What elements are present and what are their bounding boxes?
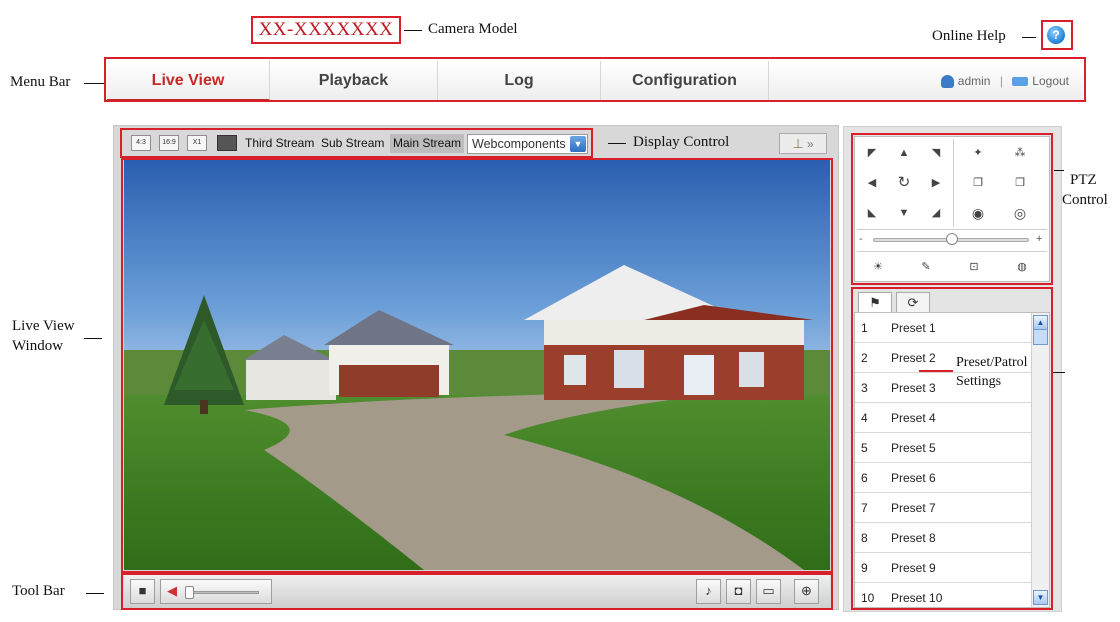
help-icon[interactable]: ? <box>1047 26 1065 44</box>
callout-menu-bar: Menu Bar <box>10 74 71 90</box>
callout-online-help: Online Help <box>932 28 1006 44</box>
callout-preset-patrol-2: Settings <box>956 374 1002 389</box>
display-control-highlight <box>120 128 593 158</box>
callout-line <box>404 30 422 31</box>
callout-line <box>84 338 102 339</box>
callout-tool-bar: Tool Bar <box>12 583 65 599</box>
callout-line <box>86 593 104 594</box>
callout-camera-model: Camera Model <box>428 21 518 37</box>
callout-line <box>608 143 626 144</box>
callout-line <box>1054 170 1064 171</box>
callout-live-view-window-2: Window <box>12 338 64 354</box>
callout-ptz-2: Control <box>1062 192 1108 208</box>
camera-model-box: XX-XXXXXXX <box>251 16 401 44</box>
camera-tilt-icon: ⊥ <box>792 136 804 151</box>
ptz-control-highlight <box>851 133 1053 285</box>
preset-settings-highlight <box>851 287 1053 610</box>
preset-callout-line <box>919 370 953 372</box>
callout-ptz-1: PTZ <box>1070 172 1097 188</box>
callout-line <box>84 83 104 84</box>
live-view-window-highlight <box>121 158 833 573</box>
callout-live-view-window-1: Live View <box>12 318 75 334</box>
tool-bar-highlight <box>121 573 833 610</box>
menu-bar-highlight <box>104 57 1086 102</box>
callout-display-control: Display Control <box>633 134 730 150</box>
callout-preset-patrol-1: Preset/Patrol <box>956 355 1028 370</box>
callout-line <box>1022 37 1036 38</box>
pip-toggle-button[interactable]: ⊥ » <box>779 133 827 154</box>
callout-line <box>1053 372 1065 373</box>
expand-more-icon: » <box>806 137 814 151</box>
